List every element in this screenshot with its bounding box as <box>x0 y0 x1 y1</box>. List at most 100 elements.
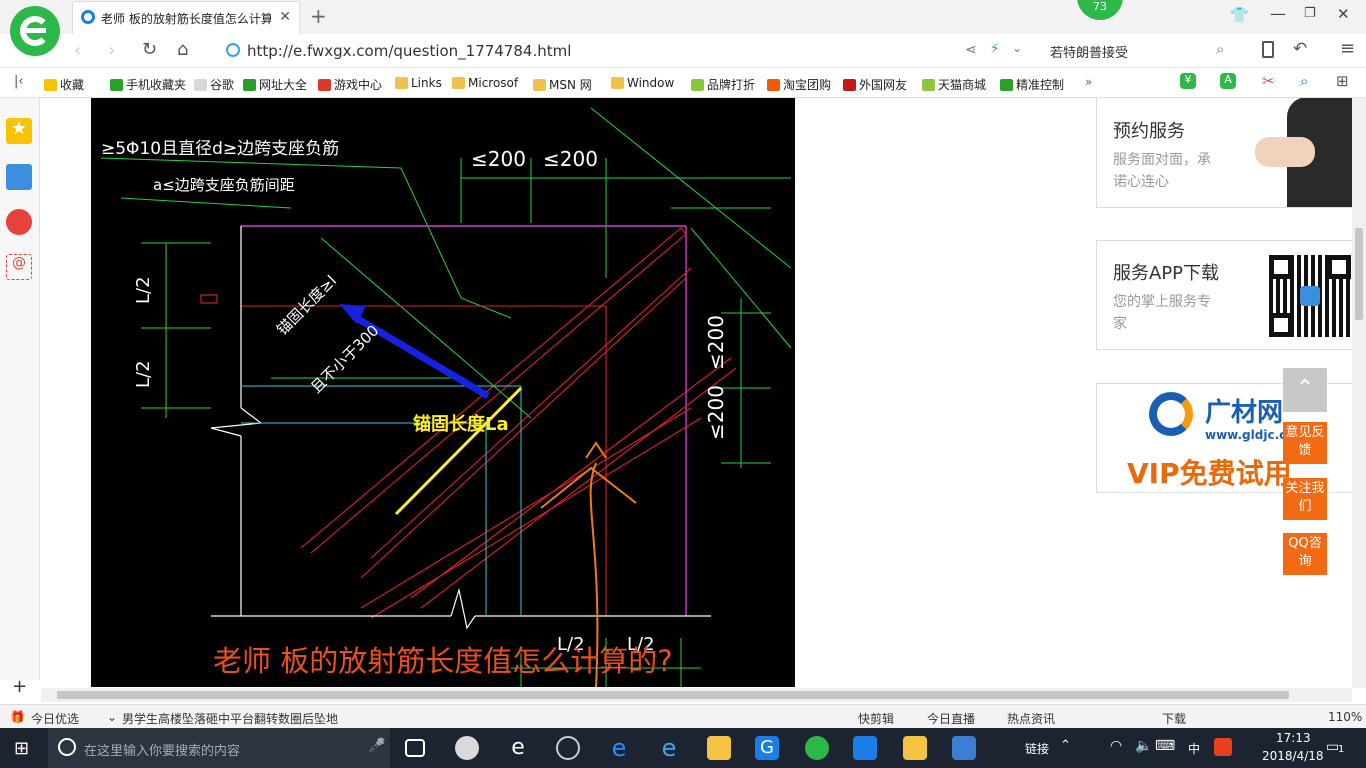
horizontal-scroll-thumb[interactable] <box>57 691 1289 699</box>
notification-count: 1 <box>1338 744 1345 755</box>
app-download-card[interactable]: 服务APP下载 您的掌上服务专家 <box>1096 240 1352 350</box>
yen-icon[interactable]: ¥ <box>1180 73 1196 89</box>
more-bookmarks-icon[interactable]: » <box>1085 75 1092 89</box>
bookmark-item[interactable]: 游戏中心 <box>318 76 382 93</box>
bookmark-item[interactable]: MSN 网 <box>533 76 592 93</box>
swirl-app-icon[interactable] <box>556 736 580 760</box>
url-input[interactable]: http://e.fwxgx.com/question_1774784.html <box>247 42 571 60</box>
browser-tab[interactable]: 老师 板的放射筋长度值怎么计算 ✕ <box>72 1 300 34</box>
refresh-icon[interactable]: ↻ <box>142 39 157 60</box>
feedback-button[interactable]: 意见反馈 <box>1283 422 1327 464</box>
new-tab-icon[interactable]: + <box>310 4 327 28</box>
bookmark-item[interactable]: 天猫商城 <box>922 76 986 93</box>
tray-volume-icon[interactable]: 🔈 <box>1135 738 1152 754</box>
edge-e-icon[interactable]: e <box>506 736 530 760</box>
search-icon[interactable]: ⌕ <box>1216 40 1224 58</box>
file-explorer-icon[interactable] <box>707 736 731 760</box>
quick-cut[interactable]: 快剪辑 <box>858 710 894 727</box>
clock-time[interactable]: 17:13 <box>1276 731 1311 745</box>
skin-icon[interactable]: 👕 <box>1230 6 1249 24</box>
qq-button[interactable]: QQ咨询 <box>1283 533 1327 575</box>
hot-news[interactable]: 热点资讯 <box>1007 710 1055 727</box>
glodon-app-icon[interactable]: G <box>755 736 779 760</box>
email-icon[interactable]: @ <box>6 254 32 280</box>
task-view-icon[interactable] <box>405 739 425 757</box>
windows-start-icon[interactable]: ⊞ <box>14 738 29 759</box>
bookmark-icon <box>194 79 207 91</box>
follow-button[interactable]: 关注我们 <box>1283 478 1327 520</box>
list-icon[interactable] <box>6 164 32 190</box>
today-picks[interactable]: 今日优选 <box>31 710 79 727</box>
bookmark-item[interactable]: 收藏 <box>44 76 84 93</box>
undo-icon[interactable]: ↶ <box>1293 39 1307 59</box>
microphone-icon[interactable]: 🎤 <box>368 738 385 754</box>
translate-icon[interactable]: A <box>1220 73 1236 89</box>
browser-360-icon[interactable] <box>805 736 829 760</box>
photo-app-icon[interactable] <box>952 736 976 760</box>
chevron-down-icon[interactable]: ⌄ <box>107 710 117 724</box>
tray-sogou-icon[interactable] <box>1214 738 1232 756</box>
windows-taskbar: ⊞ 在这里输入你要搜索的内容 🎤 e e e G 链接 ⌃ ◠ 🔈 ⌨ 中 17… <box>0 728 1366 768</box>
menu-icon[interactable]: ≡ <box>1340 38 1355 59</box>
today-live[interactable]: 今日直播 <box>927 710 975 727</box>
bookmark-icon <box>110 79 123 91</box>
screenshot-icon[interactable]: ✂ <box>1262 72 1275 90</box>
zoom-level[interactable]: 110% <box>1328 710 1362 724</box>
weibo-icon[interactable] <box>6 209 32 235</box>
ad-vip: VIP免费试用 <box>1127 457 1292 490</box>
bookmark-item[interactable]: 网址大全 <box>243 76 307 93</box>
speed-icon[interactable]: ⚡ <box>990 41 1000 57</box>
home-icon[interactable]: ⌂ <box>177 39 188 60</box>
app-subtitle: 您的掌上服务专家 <box>1113 294 1211 332</box>
star-icon[interactable]: ★ <box>6 118 32 144</box>
tab-close-icon[interactable]: ✕ <box>279 9 291 25</box>
find-icon[interactable]: ⌕ <box>1300 72 1308 90</box>
service-card[interactable]: 预约服务 服务面对面，承诺心连心 <box>1096 98 1352 208</box>
download-label[interactable]: 下载 <box>1162 710 1186 727</box>
tray-wifi-icon[interactable]: ◠ <box>1110 738 1122 754</box>
news-ticker[interactable]: 男学生高楼坠落砸中平台翻转数圈后坠地 <box>122 710 338 727</box>
vertical-scrollbar[interactable] <box>1352 98 1366 688</box>
share-icon[interactable]: ⋖ <box>965 42 977 58</box>
horizontal-scrollbar[interactable] <box>41 688 1352 702</box>
browser-logo-icon[interactable] <box>10 6 60 56</box>
taskbar-search-input[interactable]: 在这里输入你要搜索的内容 🎤 <box>48 728 390 768</box>
bookmark-item[interactable]: 谷歌 <box>194 76 234 93</box>
back-icon[interactable]: ‹ <box>74 40 81 61</box>
bookmark-label: 外国网友 <box>859 78 908 92</box>
clock-date[interactable]: 2018/4/18 <box>1262 749 1324 763</box>
pinwheel-app-icon[interactable] <box>455 736 479 760</box>
close-window-icon[interactable]: ✕ <box>1337 5 1350 23</box>
bookmark-item[interactable]: 外国网友 <box>843 76 907 93</box>
add-icon[interactable]: + <box>12 676 27 697</box>
bookmark-item[interactable]: 品牌打折 <box>691 76 755 93</box>
bookmark-item[interactable]: Links <box>395 76 442 90</box>
ie-icon[interactable]: e <box>657 736 681 760</box>
vertical-scroll-thumb[interactable] <box>1355 228 1363 320</box>
bookmark-item[interactable]: Microsof <box>452 76 518 90</box>
tray-keyboard-icon[interactable]: ⌨ <box>1155 738 1175 754</box>
collapse-sidebar-icon[interactable]: |‹ <box>14 74 24 89</box>
bookmark-item[interactable]: Window <box>611 76 674 90</box>
bookmark-item[interactable]: 手机收藏夹 <box>110 76 186 93</box>
minimize-icon[interactable]: — <box>1270 4 1286 23</box>
tray-link[interactable]: 链接 <box>1025 740 1049 757</box>
forward-icon[interactable]: › <box>108 40 115 61</box>
notification-badge[interactable]: 73 <box>1077 0 1123 20</box>
tool-app-icon[interactable] <box>853 736 877 760</box>
cad-note-2: a≤边跨支座负筋间距 <box>153 176 295 194</box>
bookmark-item[interactable]: 淘宝团购 <box>767 76 831 93</box>
search-box[interactable]: 若特朗普接受 <box>1050 42 1128 61</box>
bookmark-item[interactable]: 精准控制 <box>1000 76 1064 93</box>
maximize-icon[interactable]: ❐ <box>1304 6 1316 21</box>
notes-app-icon[interactable] <box>903 736 927 760</box>
mobile-icon[interactable] <box>1262 41 1274 58</box>
back-to-top-button[interactable]: ⌃ <box>1283 368 1327 412</box>
apps-icon[interactable]: ⊞ <box>1336 72 1349 90</box>
ms-edge-icon[interactable]: e <box>607 736 631 760</box>
tray-chevron-up-icon[interactable]: ⌃ <box>1060 738 1071 753</box>
bookmark-label: 网址大全 <box>259 78 308 92</box>
chevron-down-icon[interactable]: ⌄ <box>1012 41 1022 55</box>
bookmark-icon <box>395 77 408 89</box>
tray-ime[interactable]: 中 <box>1188 740 1200 757</box>
